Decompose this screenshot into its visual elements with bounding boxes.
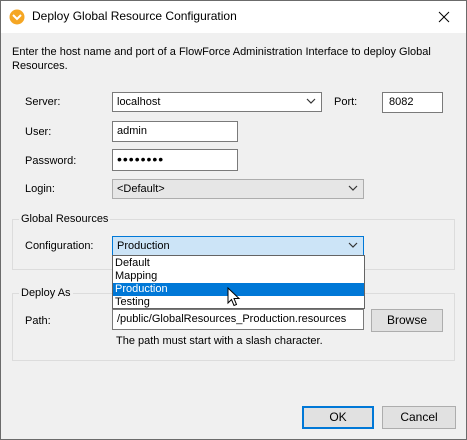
ok-button[interactable]: OK xyxy=(302,406,374,429)
login-value: <Default> xyxy=(117,183,165,195)
global-resources-title: Global Resources xyxy=(19,213,111,225)
dialog-window: Deploy Global Resource Configuration Ent… xyxy=(0,0,467,440)
intro-text: Enter the host name and port of a FlowFo… xyxy=(12,46,431,72)
path-hint: The path must start with a slash charact… xyxy=(116,335,323,347)
chevron-down-icon xyxy=(306,98,316,104)
login-label: Login: xyxy=(25,183,55,195)
deploy-as-title: Deploy As xyxy=(19,287,73,299)
server-value: localhost xyxy=(117,96,161,108)
path-label: Path: xyxy=(25,315,51,327)
path-field[interactable]: /public/GlobalResources_Production.resou… xyxy=(112,309,364,330)
altova-icon xyxy=(9,9,25,25)
mouse-cursor-icon xyxy=(227,287,241,307)
dropdown-option-mapping[interactable]: Mapping xyxy=(113,270,364,283)
password-label: Password: xyxy=(25,155,77,167)
browse-button[interactable]: Browse xyxy=(371,309,443,332)
title-bar[interactable]: Deploy Global Resource Configuration xyxy=(1,1,466,33)
close-button[interactable] xyxy=(422,1,466,33)
configuration-label: Configuration: xyxy=(25,240,94,252)
login-combobox[interactable]: <Default> xyxy=(112,179,364,199)
server-label: Server: xyxy=(25,96,61,108)
close-icon xyxy=(438,11,450,23)
server-combobox[interactable]: localhost xyxy=(112,92,322,112)
chevron-down-icon xyxy=(348,185,358,191)
configuration-value: Production xyxy=(117,240,170,252)
user-label: User: xyxy=(25,126,52,138)
chevron-down-icon xyxy=(348,242,358,248)
password-field[interactable]: •••••••• xyxy=(112,149,238,171)
port-field[interactable]: 8082 xyxy=(382,92,443,113)
configuration-combobox[interactable]: Production xyxy=(112,236,364,256)
dropdown-option-default[interactable]: Default xyxy=(113,257,364,270)
cancel-button[interactable]: Cancel xyxy=(382,406,456,429)
window-title: Deploy Global Resource Configuration xyxy=(32,9,237,23)
port-label: Port: xyxy=(334,96,358,108)
user-field[interactable]: admin xyxy=(112,121,238,142)
